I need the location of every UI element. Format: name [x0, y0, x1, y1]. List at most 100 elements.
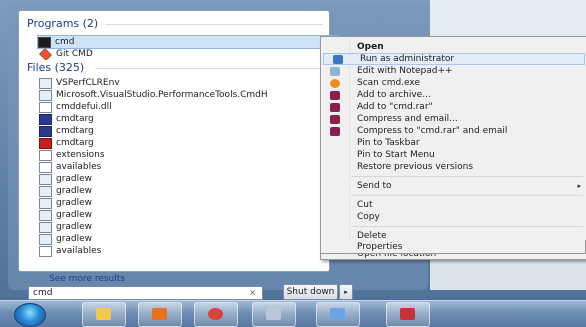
file-label: availables [56, 246, 102, 256]
media-player-icon [152, 308, 167, 320]
folder-icon [96, 308, 111, 320]
file-icon [39, 185, 52, 197]
file-icon [39, 89, 52, 101]
menu-item-add-to-archive[interactable]: Add to archive... [321, 89, 586, 101]
file-item[interactable]: cmdtarg [39, 113, 329, 125]
menu-item-properties[interactable]: Properties [320, 240, 586, 254]
file-item[interactable]: gradlew [39, 233, 329, 245]
menu-separator [351, 226, 583, 227]
menu-item-cut[interactable]: Cut [321, 199, 586, 211]
menu-label: Add to archive... [357, 90, 431, 100]
archive-icon [330, 90, 340, 100]
file-item[interactable]: gradlew [39, 185, 329, 197]
menu-item-run-as-administrator[interactable]: Run as administrator [323, 53, 585, 65]
menu-label: Add to "cmd.rar" [357, 102, 433, 112]
file-label: gradlew [56, 222, 93, 232]
menu-item-restore-previous-versions[interactable]: Restore previous versions [321, 161, 586, 173]
menu-item-copy[interactable]: Copy [321, 211, 586, 223]
menu-item-send-to[interactable]: Send to ▸ [321, 180, 586, 192]
shutdown-button[interactable]: Shut down [283, 284, 338, 300]
program-item-git-cmd[interactable]: Git CMD [39, 48, 329, 60]
program-label: Git CMD [56, 49, 93, 59]
menu-label: Properties [357, 241, 403, 252]
remote-desktop-icon [330, 308, 345, 320]
menu-item-compress-to-rar-and-email[interactable]: Compress to "cmd.rar" and email [321, 125, 586, 137]
chevron-right-icon: ▸ [344, 288, 348, 296]
shutdown-label: Shut down [286, 287, 335, 297]
programs-header-label: Programs (2) [27, 17, 99, 30]
file-icon [39, 221, 52, 233]
program-item-cmd[interactable]: cmd [37, 35, 339, 49]
file-label: gradlew [56, 198, 93, 208]
file-label: availables [56, 162, 102, 172]
file-icon [39, 209, 52, 221]
file-item[interactable]: VSPerfCLREnv [39, 77, 329, 89]
file-item[interactable]: availables [39, 245, 329, 257]
taskbar-explorer-button[interactable] [82, 302, 126, 327]
start-orb-button[interactable] [14, 303, 46, 327]
menu-item-open[interactable]: Open [321, 41, 586, 53]
menu-label: Pin to Start Menu [357, 150, 435, 160]
menu-item-pin-to-start-menu[interactable]: Pin to Start Menu [321, 149, 586, 161]
archive-icon [39, 137, 52, 149]
network-icon [266, 308, 281, 320]
menu-item-add-to-rar[interactable]: Add to "cmd.rar" [321, 101, 586, 113]
archive-icon [330, 126, 340, 136]
search-input[interactable]: cmd × [28, 286, 263, 300]
exe-icon [39, 125, 52, 137]
file-label: cmdtarg [56, 114, 94, 124]
files-header: Files (325) [27, 61, 323, 74]
menu-label: Edit with Notepad++ [357, 66, 453, 76]
menu-label: Pin to Taskbar [357, 138, 420, 148]
see-more-label: See more results [49, 274, 125, 284]
paint-icon [400, 308, 415, 320]
menu-separator [351, 195, 583, 196]
file-item[interactable]: gradlew [39, 197, 329, 209]
file-item[interactable]: gradlew [39, 221, 329, 233]
file-item[interactable]: cmdtarg [39, 125, 329, 137]
file-icon [39, 173, 52, 185]
archive-icon [330, 102, 340, 112]
file-item[interactable]: availables [39, 161, 329, 173]
menu-item-edit-with-notepad[interactable]: Edit with Notepad++ [321, 65, 586, 77]
menu-label: Cut [357, 200, 373, 210]
taskbar-network-button[interactable] [252, 302, 296, 327]
file-item[interactable]: gradlew [39, 209, 329, 221]
programs-header: Programs (2) [27, 17, 323, 30]
shutdown-options-button[interactable]: ▸ [339, 284, 353, 300]
menu-separator [351, 176, 583, 177]
file-item[interactable]: Microsoft.VisualStudio.PerformanceTools.… [39, 89, 329, 101]
menu-item-scan[interactable]: Scan cmd.exe [321, 77, 586, 89]
file-item[interactable]: gradlew [39, 173, 329, 185]
see-more-results-link[interactable]: See more results [36, 274, 125, 284]
file-label: gradlew [56, 186, 93, 196]
taskbar-remote-button[interactable] [316, 302, 360, 327]
file-item[interactable]: cmdtarg [39, 137, 329, 149]
file-item[interactable]: cmddefui.dll [39, 101, 329, 113]
archive-icon [330, 114, 340, 124]
file-item[interactable]: extensions [39, 149, 329, 161]
menu-label: Send to [357, 181, 392, 191]
file-label: VSPerfCLREnv [56, 78, 120, 88]
search-value: cmd [33, 288, 53, 298]
menu-label: Open [357, 42, 384, 52]
file-label: Microsoft.VisualStudio.PerformanceTools.… [56, 90, 268, 100]
taskbar-paint-button[interactable] [386, 302, 430, 327]
shield-icon [333, 54, 343, 64]
menu-label: Restore previous versions [357, 162, 474, 172]
document-icon [39, 149, 52, 161]
taskbar-chrome-button[interactable] [194, 302, 238, 327]
file-label: gradlew [56, 234, 93, 244]
taskbar-media-player-button[interactable] [138, 302, 182, 327]
file-label: extensions [56, 150, 105, 160]
menu-label: Compress to "cmd.rar" and email [357, 126, 508, 136]
file-label: cmddefui.dll [56, 102, 112, 112]
menu-item-pin-to-taskbar[interactable]: Pin to Taskbar [321, 137, 586, 149]
menu-item-compress-and-email[interactable]: Compress and email... [321, 113, 586, 125]
file-icon [39, 233, 52, 245]
clear-search-button[interactable]: × [249, 288, 256, 297]
search-results-pane: Programs (2) cmd Git CMD Files (325) VSP… [18, 10, 339, 272]
cmd-icon [38, 36, 51, 48]
dll-icon [39, 101, 52, 113]
document-icon [39, 245, 52, 257]
